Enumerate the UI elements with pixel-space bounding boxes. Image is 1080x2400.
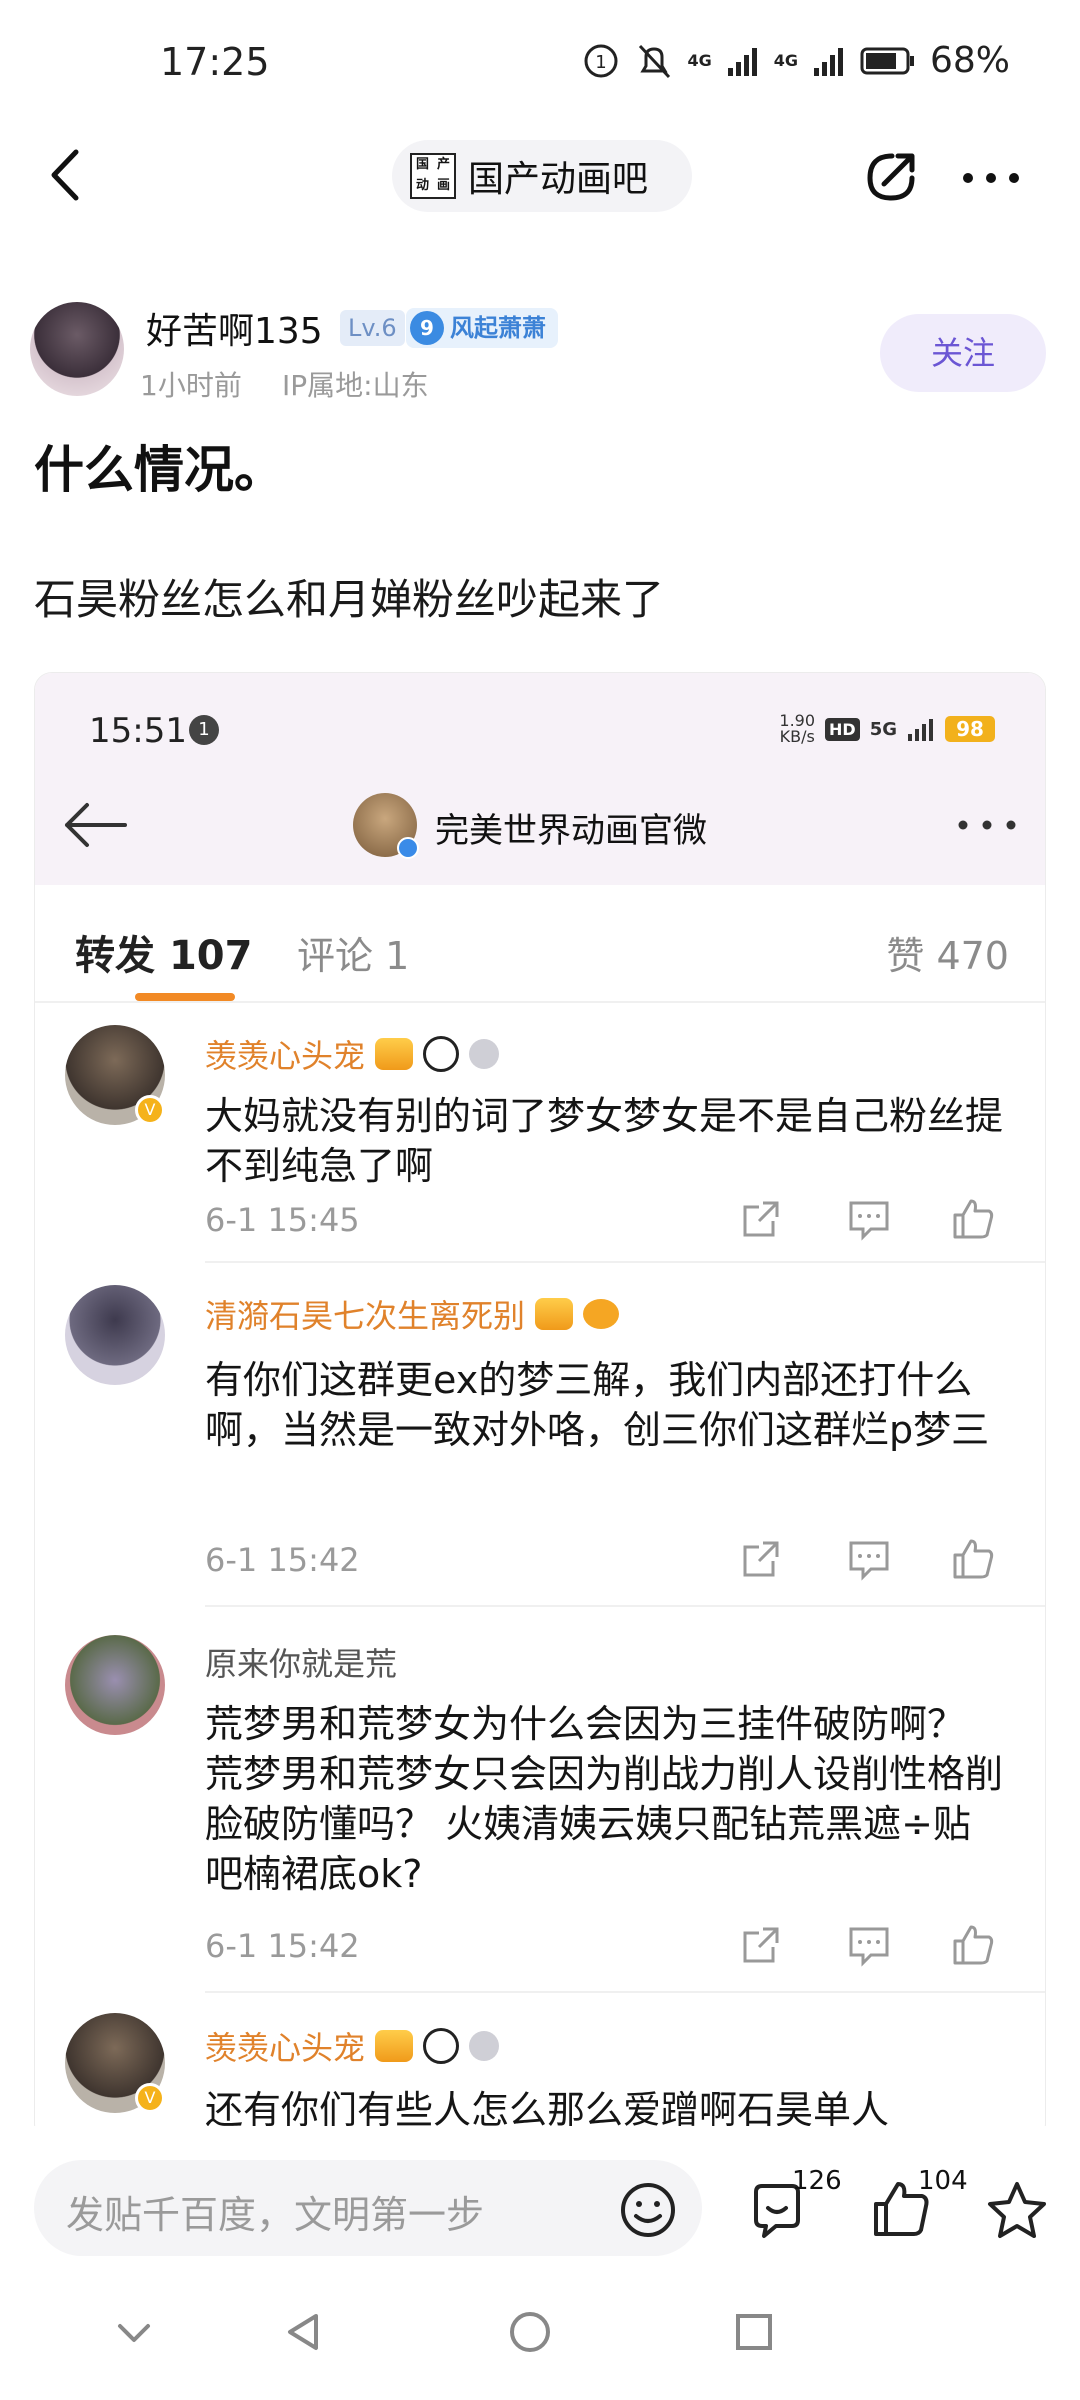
more-icon[interactable]	[960, 158, 1022, 198]
svg-text:1: 1	[596, 52, 607, 73]
vip-icon: V	[135, 1095, 165, 1125]
shot-back-arrow-icon	[65, 803, 127, 847]
shot-notification-dot: 1	[189, 715, 219, 745]
comment-date: 6-1 15:42	[205, 1927, 360, 1965]
shot-5g-label: 5G	[869, 718, 897, 740]
battery-icon	[860, 47, 914, 74]
title-badge: 9 风起萧萧	[406, 308, 558, 348]
panda-badge-icon	[423, 1036, 460, 1072]
shot-more-icon	[958, 820, 1016, 830]
shot-header-bg	[35, 673, 1045, 885]
author-avatar[interactable]	[30, 302, 124, 396]
comment-text: 荒梦男和荒梦女为什么会因为三挂件破防啊？ 荒梦男和荒梦女只会因为削战力削人设削性…	[205, 1702, 1004, 1896]
divider	[205, 1261, 1045, 1263]
share-icon[interactable]	[862, 148, 920, 206]
crown-badge-icon	[535, 1298, 574, 1330]
star-icon[interactable]	[984, 2178, 1050, 2244]
shot-account-avatar	[353, 793, 419, 859]
forward-icon	[743, 1541, 779, 1577]
comment-text: 有你们这群更ex的梦三解，我们内部还打什么啊，当然是一致对外咯，创三你们这群烂p…	[205, 1358, 990, 1452]
like-count: 104	[918, 2166, 968, 2196]
forum-pill[interactable]: 国产动画 国产动画吧	[392, 140, 692, 212]
post-body: 石昊粉丝怎么和月婵粉丝吵起来了	[34, 575, 665, 624]
comment-avatar: V	[65, 1025, 165, 1125]
nav-back-icon[interactable]	[280, 2308, 328, 2356]
tab-underline	[135, 993, 235, 1001]
post-title: 什么情况。	[34, 441, 284, 499]
tab-like: 赞 470	[886, 934, 1009, 978]
shot-signal-icon	[908, 719, 933, 741]
like-icon	[953, 1925, 994, 1965]
shot-net-speed: 1.90 KB/s	[779, 711, 816, 746]
divider	[205, 1991, 1045, 1993]
comment-date: 6-1 15:45	[205, 1201, 360, 1239]
comment-author: 原来你就是荒	[205, 1645, 398, 1683]
like-icon	[953, 1199, 994, 1239]
comment-header: 羡羡心头宠	[205, 2023, 500, 2069]
reply-placeholder: 发贴千百度，文明第一步	[66, 2193, 485, 2237]
battery-percent: 68%	[929, 40, 1010, 81]
post-image[interactable]: 15:51 1 1.90 KB/s HD 5G 98 完美世界动画官微 转发 10…	[34, 672, 1046, 2142]
signal-4g-1: 4G	[687, 50, 712, 70]
comment-bubble-icon	[849, 1541, 889, 1581]
forward-icon	[743, 1201, 779, 1237]
title-badge-level: 9	[410, 311, 444, 345]
level-badge: Lv.6	[340, 310, 405, 346]
comment-avatar	[65, 1285, 165, 1385]
verified-icon	[397, 837, 419, 859]
comment-count: 126	[792, 2166, 842, 2196]
mute-bell-icon	[639, 44, 671, 78]
comment-date: 6-1 15:42	[205, 1541, 360, 1579]
signal-bars-icon	[813, 47, 843, 76]
comment-author: 羡羡心头宠	[205, 1037, 366, 1075]
post-time: 1小时前	[140, 369, 242, 402]
divider	[205, 1605, 1045, 1607]
status-time: 17:25	[160, 40, 270, 84]
comment-text: 大妈就没有别的词了梦女梦女是不是自己粉丝提不到纯急了啊	[205, 1094, 1004, 1188]
comment-header: 羡羡心头宠	[205, 1031, 500, 1077]
shot-account-name: 完美世界动画官微	[435, 811, 707, 851]
signal-bars-icon	[727, 47, 757, 76]
tab-repost: 转发 107	[75, 933, 253, 979]
comment-header: 清漪石昊七次生离死别	[205, 1291, 620, 1337]
shot-hd-badge: HD	[825, 717, 860, 741]
shot-battery: 98	[945, 716, 995, 742]
shot-status-icons: 1.90 KB/s HD 5G 98	[779, 713, 995, 745]
comment-author: 羡羡心头宠	[205, 2029, 366, 2067]
follow-button[interactable]: 关注	[880, 314, 1046, 392]
nav-recents-icon[interactable]	[730, 2308, 778, 2356]
comment-author: 清漪石昊七次生离死别	[205, 1297, 526, 1335]
back-arrow-icon[interactable]	[40, 140, 90, 210]
forum-logo: 国产动画	[410, 153, 456, 199]
title-badge-text: 风起萧萧	[450, 314, 546, 342]
divider	[35, 1001, 1045, 1003]
tab-comment: 评论 1	[297, 934, 410, 978]
forward-icon	[743, 1927, 779, 1963]
signal-4g-2: 4G	[773, 50, 798, 70]
gray-badge-icon	[469, 2031, 500, 2061]
comment-bubble-icon	[849, 1927, 889, 1967]
comment-avatar: V	[65, 2013, 165, 2113]
gray-badge-icon	[469, 1039, 500, 1069]
shot-status-time: 15:51	[89, 711, 187, 751]
crown-badge-icon	[375, 2030, 414, 2062]
data-saver-icon: 1	[584, 44, 618, 77]
author-name[interactable]: 好苦啊135	[146, 302, 323, 354]
status-icons: 1 4G 4G 68%	[581, 40, 1010, 81]
panda-badge-icon	[423, 2028, 460, 2064]
fish-badge-icon	[583, 1299, 620, 1329]
comment-header: 原来你就是荒	[205, 1639, 397, 1685]
comment-avatar	[65, 1635, 165, 1735]
vip-icon: V	[135, 2083, 165, 2113]
crown-badge-icon	[375, 1038, 414, 1070]
nav-home-icon[interactable]	[506, 2308, 554, 2356]
hide-keyboard-icon[interactable]	[110, 2308, 158, 2356]
forum-name: 国产动画吧	[468, 159, 649, 200]
like-icon	[953, 1539, 994, 1579]
post-ip: IP属地:山东	[282, 369, 429, 402]
comment-bubble-icon	[849, 1201, 889, 1241]
emoji-icon[interactable]	[618, 2180, 678, 2240]
